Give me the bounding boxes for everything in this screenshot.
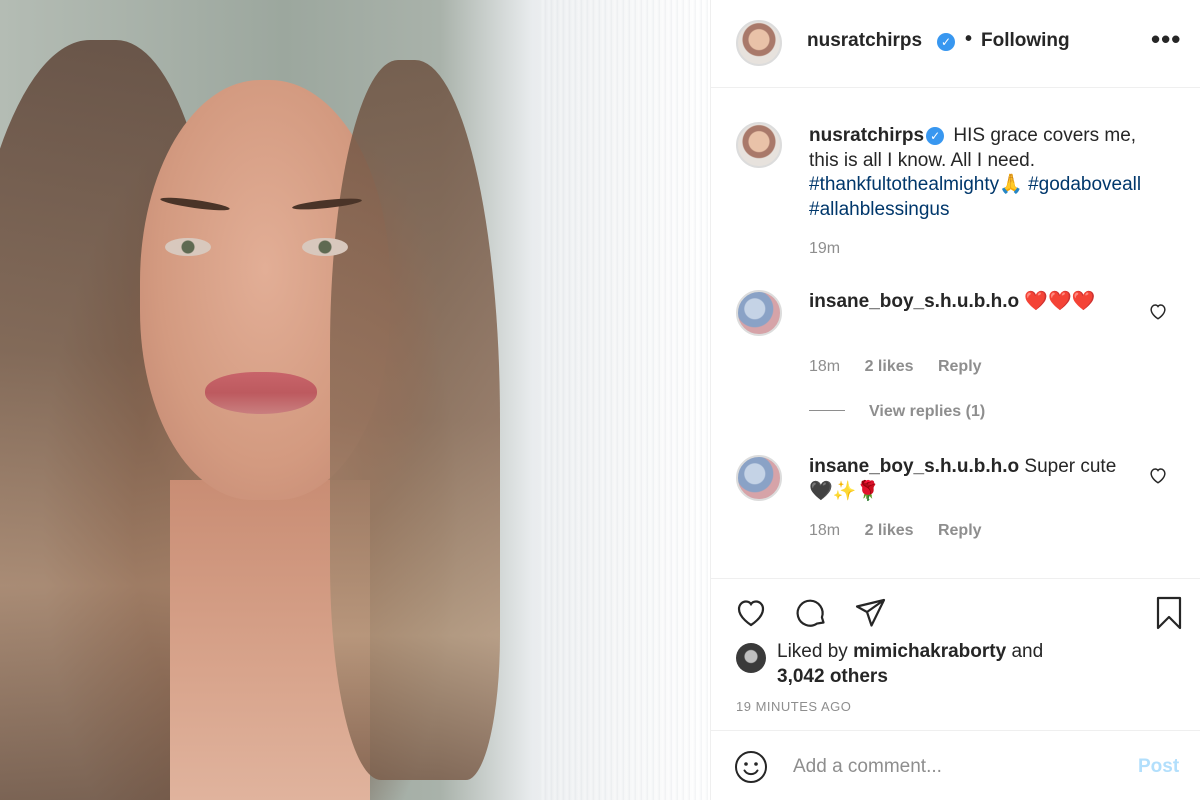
like-heart-icon[interactable] <box>733 595 769 631</box>
liker-username[interactable]: mimichakraborty <box>853 641 1006 662</box>
post-header: nusratchirps ✓ • Following ••• <box>711 0 1200 88</box>
following-button[interactable]: Following <box>981 30 1070 52</box>
comment-item: insane_boy_s.h.u.b.h.o Super cute 🖤✨🌹 <box>809 455 1129 504</box>
caption-author-avatar[interactable] <box>736 122 782 168</box>
comment-like-heart-icon[interactable] <box>1147 464 1169 486</box>
comment-username[interactable]: insane_boy_s.h.u.b.h.o <box>809 291 1019 312</box>
comment-item: insane_boy_s.h.u.b.h.o ❤️❤️❤️ <box>809 290 1129 315</box>
photo-eye-right <box>302 238 348 256</box>
verified-badge-icon: ✓ <box>937 33 955 51</box>
reply-button[interactable]: Reply <box>938 522 982 539</box>
emoji-smiley-icon[interactable] <box>733 749 769 785</box>
comment-username[interactable]: insane_boy_s.h.u.b.h.o <box>809 456 1019 477</box>
comment-likes[interactable]: 2 likes <box>865 522 914 539</box>
add-comment-input[interactable] <box>793 753 1123 781</box>
comment-time[interactable]: 18m <box>809 522 840 539</box>
post-comment-button[interactable]: Post <box>1138 756 1179 778</box>
view-replies-button[interactable]: View replies (1) <box>809 403 985 421</box>
author-username[interactable]: nusratchirps <box>807 30 922 52</box>
hashtag-link[interactable]: #thankfultothealmighty🙏 <box>809 174 1023 195</box>
commenter-avatar[interactable] <box>736 290 782 336</box>
post-side-panel: nusratchirps ✓ • Following ••• nusratchi… <box>710 0 1200 800</box>
photo-curtain <box>540 0 710 800</box>
comment-text: ❤️❤️❤️ <box>1024 291 1096 312</box>
share-send-icon[interactable] <box>853 595 889 631</box>
caption-username[interactable]: nusratchirps <box>809 125 924 146</box>
view-replies-label: View replies (1) <box>869 403 986 420</box>
likes-summary: Liked by mimichakraborty and 3,042 other… <box>777 639 1177 689</box>
comment-like-heart-icon[interactable] <box>1147 300 1169 322</box>
hashtag-link[interactable]: #godaboveall <box>1028 174 1141 195</box>
liked-by-and: and <box>1011 641 1044 662</box>
follow-separator: • <box>965 28 973 50</box>
comment-bubble-icon[interactable] <box>793 595 829 631</box>
author-avatar[interactable] <box>736 20 782 66</box>
comment-time[interactable]: 18m <box>809 358 840 375</box>
post-caption: nusratchirps ✓ HIS grace covers me, this … <box>809 124 1169 222</box>
likes-others-link[interactable]: 3,042 others <box>777 666 888 687</box>
liked-by-prefix: Liked by <box>777 641 848 662</box>
photo-lips <box>205 372 317 414</box>
photo-eye-left <box>165 238 211 256</box>
comment-likes[interactable]: 2 likes <box>865 358 914 375</box>
more-options-icon[interactable]: ••• <box>1151 26 1181 52</box>
verified-badge-icon: ✓ <box>926 127 945 145</box>
post-photo[interactable] <box>0 0 710 800</box>
comment-meta: 18m 2 likes Reply <box>809 522 1002 540</box>
replies-divider <box>809 410 845 411</box>
caption-timestamp[interactable]: 19m <box>809 240 840 258</box>
commenter-avatar[interactable] <box>736 455 782 501</box>
post-actions: Liked by mimichakraborty and 3,042 other… <box>711 578 1200 738</box>
post-timestamp[interactable]: 19 MINUTES AGO <box>736 699 851 714</box>
save-bookmark-icon[interactable] <box>1151 595 1187 631</box>
photo-hair-right <box>330 60 500 780</box>
add-comment-bar: Post <box>711 730 1200 800</box>
comment-meta: 18m 2 likes Reply <box>809 358 1002 376</box>
reply-button[interactable]: Reply <box>938 358 982 375</box>
liker-avatar[interactable] <box>736 643 766 673</box>
hashtag-link[interactable]: #allahblessingus <box>809 199 950 220</box>
